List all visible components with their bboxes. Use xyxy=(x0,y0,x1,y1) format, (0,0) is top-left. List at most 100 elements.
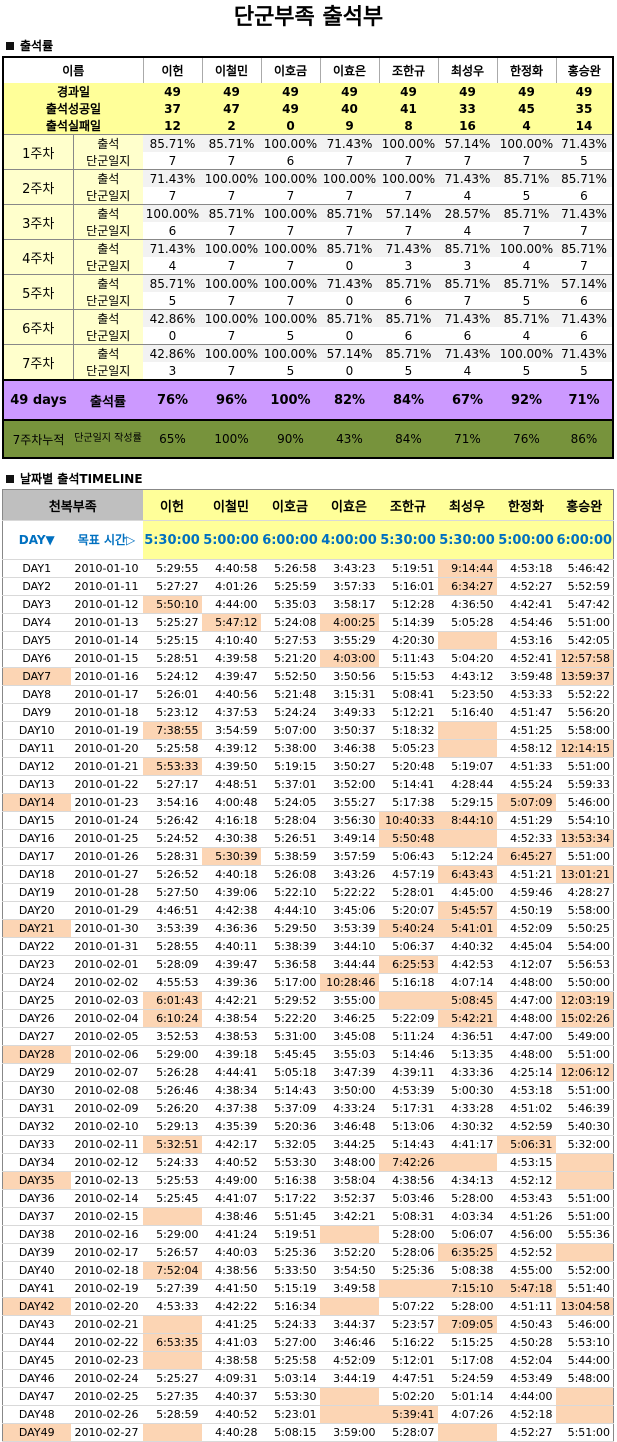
day-label: DAY16 xyxy=(2,829,71,848)
checkin-time: 3:52:53 xyxy=(142,1027,202,1046)
checkin-time: 5:16:38 xyxy=(260,1171,320,1190)
cumulative-rate: 76% xyxy=(497,419,556,458)
checkin-time: 3:49:33 xyxy=(319,703,379,722)
attend-rate: 71.43% xyxy=(379,239,438,257)
checkin-time: 4:51:02 xyxy=(496,1099,556,1118)
checkin-time: 5:28:00 xyxy=(437,1297,497,1316)
checkin-time: 3:49:14 xyxy=(319,829,379,848)
checkin-time: 4:51:29 xyxy=(496,811,556,830)
checkin-time: 4:33:24 xyxy=(319,1099,379,1118)
checkin-time: 10:40:33 xyxy=(378,811,438,830)
checkin-time: 5:20:36 xyxy=(260,1117,320,1136)
checkin-time: 4:47:00 xyxy=(496,1027,556,1046)
checkin-time: 3:57:59 xyxy=(319,847,379,866)
day-row: DAY20 2010-01-29 4:46:51 4:42:38 4:44:10 3:45… xyxy=(2,901,614,920)
checkin-time: 5:19:15 xyxy=(260,757,320,776)
checkin-time: 3:52:20 xyxy=(319,1243,379,1262)
checkin-time: 3:59:48 xyxy=(496,667,556,686)
checkin-time: 5:03:14 xyxy=(260,1369,320,1388)
checkin-time: 4:12:07 xyxy=(496,955,556,974)
checkin-time: 5:06:37 xyxy=(378,937,438,956)
checkin-time: 13:59:37 xyxy=(555,667,614,686)
checkin-time: 4:41:03 xyxy=(201,1333,261,1352)
day-row: DAY9 2010-01-18 5:23:12 4:37:53 5:24:24 3:49:… xyxy=(2,703,614,722)
checkin-time: 4:45:04 xyxy=(496,937,556,956)
checkin-time: 7:38:55 xyxy=(142,721,202,740)
checkin-time: 5:18:32 xyxy=(378,721,438,740)
day-date: 2010-02-07 xyxy=(70,1063,143,1082)
checkin-time: 4:53:15 xyxy=(496,1153,556,1172)
stat-value: 47 xyxy=(202,100,261,117)
journal-count: 6 xyxy=(379,292,438,310)
checkin-time: 5:27:17 xyxy=(142,775,202,794)
week-label: 6주차 xyxy=(3,309,74,345)
day-date: 2010-01-22 xyxy=(70,775,143,794)
timeline-header-row: 천복부족 이헌 이철민 이호금 이효은 조한규 최성우 한정화 홍승완 xyxy=(2,489,614,521)
week-label: 1주차 xyxy=(3,134,74,170)
checkin-time: 5:08:41 xyxy=(378,685,438,704)
checkin-time: 5:50:00 xyxy=(555,973,614,992)
attend-rate: 85.71% xyxy=(438,274,497,292)
week-journal-row: 단군일지 7 7 6 7 7 7 7 5 xyxy=(3,152,613,170)
checkin-time: 4:37:53 xyxy=(201,703,261,722)
day-label: DAY3 xyxy=(2,595,71,614)
day-date: 2010-01-24 xyxy=(70,811,143,830)
checkin-time: 4:38:53 xyxy=(201,1027,261,1046)
stat-value: 49 xyxy=(143,83,202,100)
day-label: DAY27 xyxy=(2,1027,71,1046)
day-label: DAY31 xyxy=(2,1099,71,1118)
checkin-time: 5:58:00 xyxy=(555,901,614,920)
checkin-time: 13:04:58 xyxy=(555,1297,614,1316)
day-date: 2010-02-09 xyxy=(70,1099,143,1118)
attend-rate: 85.71% xyxy=(556,239,613,257)
checkin-time: 4:53:33 xyxy=(496,685,556,704)
day-row: DAY17 2010-01-26 5:28:31 5:30:39 5:38:59 3:57… xyxy=(2,847,614,866)
checkin-time: 4:44:00 xyxy=(496,1387,556,1406)
checkin-time: 5:07:00 xyxy=(260,721,320,740)
member-name: 이철민 xyxy=(201,57,261,83)
checkin-time: 3:15:31 xyxy=(319,685,379,704)
day-date: 2010-01-18 xyxy=(70,703,143,722)
day-label: DAY30 xyxy=(2,1081,71,1100)
day-row: DAY29 2010-02-07 5:26:28 4:44:41 5:05:18 3:47… xyxy=(2,1063,614,1082)
attend-rate: 57.14% xyxy=(556,274,613,292)
total-rate: 100% xyxy=(261,379,320,420)
checkin-time: 4:53:18 xyxy=(496,559,556,578)
day-label: DAY12 xyxy=(2,757,71,776)
checkin-time: 5:21:48 xyxy=(260,685,320,704)
day-label: DAY41 xyxy=(2,1279,71,1298)
day-row: DAY7 2010-01-16 5:24:12 4:39:47 5:52:50 3:50:… xyxy=(2,667,614,686)
checkin-time xyxy=(437,739,497,758)
stat-value: 49 xyxy=(379,83,438,100)
checkin-time: 4:52:27 xyxy=(496,577,556,596)
day-date: 2010-02-26 xyxy=(70,1405,143,1424)
checkin-time xyxy=(378,1279,438,1298)
journal-count: 7 xyxy=(202,152,261,170)
stat-value: 49 xyxy=(556,83,613,100)
checkin-time: 4:53:43 xyxy=(496,1189,556,1208)
day-row: DAY11 2010-01-20 5:25:58 4:39:12 5:38:00 3:46… xyxy=(2,739,614,758)
day-row: DAY2 2010-01-11 5:27:27 4:01:26 5:25:59 3:57:… xyxy=(2,577,614,596)
day-row: DAY22 2010-01-31 5:28:55 4:40:11 5:38:39 3:44… xyxy=(2,937,614,956)
checkin-time: 3:50:00 xyxy=(319,1081,379,1100)
journal-label: 단군일지 xyxy=(73,187,143,205)
week-journal-row: 단군일지 4 7 7 0 3 3 4 7 xyxy=(3,257,613,275)
week-attend-row: 4주차 출석 71.43% 100.00% 100.00% 85.71% 71.43% 85.… xyxy=(3,239,613,275)
day-row: DAY14 2010-01-23 3:54:16 4:00:48 5:24:05 3:55… xyxy=(2,793,614,812)
day-label: DAY44 xyxy=(2,1333,71,1352)
target-time: 6:00:00 xyxy=(555,520,614,560)
checkin-time: 3:52:00 xyxy=(319,775,379,794)
checkin-time: 5:32:51 xyxy=(142,1135,202,1154)
checkin-time: 5:52:50 xyxy=(260,667,320,686)
checkin-time: 4:40:52 xyxy=(201,1153,261,1172)
checkin-time: 5:26:46 xyxy=(142,1081,202,1100)
checkin-time: 5:25:45 xyxy=(142,1189,202,1208)
checkin-time: 5:03:46 xyxy=(378,1189,438,1208)
journal-label: 단군일지 xyxy=(73,362,143,380)
day-row: DAY1 2010-01-10 5:29:55 4:40:58 5:26:58 3:43:… xyxy=(2,559,614,578)
checkin-time: 4:40:37 xyxy=(201,1387,261,1406)
day-row: DAY35 2010-02-13 5:25:53 4:49:00 5:16:38 3:58… xyxy=(2,1171,614,1190)
checkin-time: 5:51:40 xyxy=(555,1279,614,1298)
attend-rate: 100.00% xyxy=(261,204,320,222)
checkin-time: 4:52:18 xyxy=(496,1405,556,1424)
